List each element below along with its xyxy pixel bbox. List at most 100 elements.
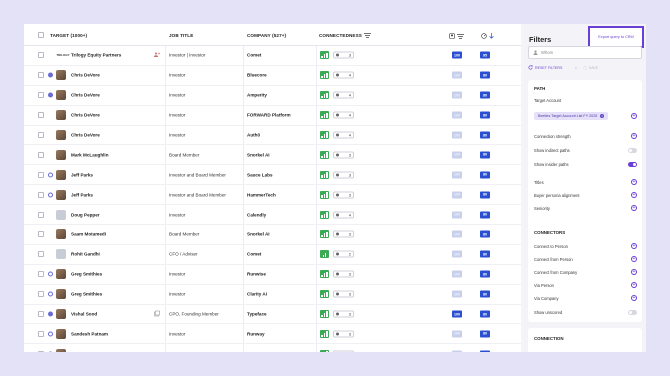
company-name[interactable]: Runwise xyxy=(247,272,266,277)
score-chip[interactable]: 100 xyxy=(452,91,462,99)
row-checkbox[interactable] xyxy=(38,112,44,119)
table-row[interactable]: Sandesh Patnam Board Member Tailscale 3 … xyxy=(24,344,521,352)
rank-chip[interactable]: 80 xyxy=(480,151,490,159)
column-company[interactable]: COMPANY (527+) xyxy=(247,33,286,38)
company-name[interactable]: Comet xyxy=(247,53,261,58)
score-chip[interactable]: 100 xyxy=(452,191,462,199)
add-via-company-icon[interactable]: + xyxy=(631,295,637,301)
remove-tag-icon[interactable]: × xyxy=(600,114,605,118)
rank-chip[interactable]: 80 xyxy=(480,230,490,238)
rank-chip[interactable]: 80 xyxy=(480,310,490,318)
rank-chip[interactable]: 80 xyxy=(480,330,490,338)
column-rank[interactable] xyxy=(481,33,494,39)
add-connect-to-person-icon[interactable]: + xyxy=(631,243,637,249)
row-checkbox[interactable] xyxy=(38,350,44,352)
row-checkbox[interactable] xyxy=(38,330,44,337)
target-name[interactable]: Greg Smithies xyxy=(71,292,102,297)
table-row[interactable]: Rohit Gandhi CFO / Adviser Comet 2 100 8… xyxy=(24,245,521,265)
rank-chip[interactable]: 80 xyxy=(480,191,490,199)
add-via-person-icon[interactable]: + xyxy=(631,282,637,288)
row-checkbox[interactable] xyxy=(38,72,44,79)
score-chip[interactable]: 100 xyxy=(452,290,462,298)
rank-chip[interactable]: 80 xyxy=(480,250,490,258)
company-name[interactable]: Bluecore xyxy=(247,73,267,78)
company-name[interactable]: Clarity AI xyxy=(247,292,267,297)
table-row[interactable]: Mark McLaughlin Board Member Snorkel AI … xyxy=(24,145,521,166)
connectedness-selector[interactable]: 4 xyxy=(333,71,354,79)
target-account-tag[interactable]: Beetles Target Account List FY 2025 × xyxy=(534,112,609,120)
company-name[interactable]: Sauce Labs xyxy=(247,172,273,177)
column-job-title[interactable]: JOB TITLE xyxy=(169,33,193,38)
connectedness-selector[interactable]: 3 xyxy=(333,51,354,59)
rank-chip[interactable]: 80 xyxy=(480,350,490,352)
score-chip[interactable]: 100 xyxy=(452,250,462,258)
table-row[interactable]: Sandesh Patnam Investor Runway 3 100 80 xyxy=(24,324,521,345)
row-checkbox[interactable] xyxy=(38,132,44,138)
connectedness-selector[interactable]: 3 xyxy=(333,270,354,278)
table-row[interactable]: Greg Smithies Investor Clarity AI 3 100 … xyxy=(24,285,521,305)
table-row[interactable]: Chris DeVore Investor FORWARD Platform 4… xyxy=(24,106,521,126)
company-name[interactable]: Runway xyxy=(247,331,265,336)
rank-chip[interactable]: 80 xyxy=(480,131,490,139)
target-name[interactable]: Jeff Parks xyxy=(71,192,93,197)
company-name[interactable]: Tailscale xyxy=(247,351,266,352)
company-name[interactable]: HammerTech xyxy=(247,192,276,197)
score-chip[interactable]: 100 xyxy=(452,310,462,318)
table-row[interactable]: Chris DeVore Investor Auth0 4 100 80 xyxy=(24,126,521,146)
connectedness-selector[interactable]: 3 xyxy=(333,230,354,238)
rank-chip[interactable]: 80 xyxy=(480,71,490,79)
add-seniority-icon[interactable]: + xyxy=(631,205,637,211)
score-chip[interactable]: 100 xyxy=(452,171,462,179)
table-row[interactable]: Doug Pepper Investor Calendly 4 100 80 xyxy=(24,205,521,226)
add-person-icon[interactable] xyxy=(154,52,160,58)
target-name[interactable]: Trilogy Equity Partners xyxy=(71,53,121,58)
target-name[interactable]: Sandesh Patnam xyxy=(71,351,108,352)
add-target-account-icon[interactable]: + xyxy=(631,113,637,119)
score-chip[interactable]: 100 xyxy=(452,330,462,338)
row-checkbox[interactable] xyxy=(38,211,44,218)
connectedness-selector[interactable]: 4 xyxy=(333,91,354,99)
row-checkbox[interactable] xyxy=(38,151,44,158)
target-name[interactable]: Chris DeVore xyxy=(71,93,100,98)
connectedness-selector[interactable]: 3 xyxy=(333,310,354,318)
row-checkbox[interactable] xyxy=(38,251,44,258)
row-checkbox[interactable] xyxy=(38,231,44,238)
table-row[interactable]: Chris DeVore Investor Amperity 4 100 80 xyxy=(24,86,521,106)
score-chip[interactable]: 100 xyxy=(452,270,462,278)
table-row[interactable]: Saam Motamedi Board Member Snorkel AI 3 … xyxy=(24,225,521,245)
score-chip[interactable]: 100 xyxy=(452,51,462,59)
upload-icon[interactable]: ↥ xyxy=(574,66,577,70)
row-checkbox[interactable] xyxy=(38,291,44,298)
target-name[interactable]: Sandesh Patnam xyxy=(71,331,108,336)
target-name[interactable]: Chris DeVore xyxy=(71,113,100,118)
connectedness-selector[interactable]: 2 xyxy=(333,250,354,258)
table-row[interactable]: Chris DeVore Investor Bluecore 4 100 80 xyxy=(24,66,521,86)
connectedness-selector[interactable]: 4 xyxy=(333,131,354,139)
connectedness-selector[interactable]: 3 xyxy=(333,290,354,298)
company-name[interactable]: Amperity xyxy=(247,93,267,98)
company-name[interactable]: Typeface xyxy=(247,312,267,317)
show-unscored-toggle[interactable] xyxy=(628,310,637,315)
rank-chip[interactable]: 80 xyxy=(480,91,490,99)
target-name[interactable]: Saam Motamedi xyxy=(71,232,106,237)
row-checkbox[interactable] xyxy=(38,52,44,59)
show-indirect-toggle[interactable] xyxy=(628,148,637,153)
show-insider-toggle[interactable] xyxy=(628,162,637,167)
row-checkbox[interactable] xyxy=(38,311,44,318)
table-row[interactable]: TRILOGY Trilogy Equity Partners Investor… xyxy=(24,46,521,66)
score-chip[interactable]: 100 xyxy=(452,71,462,79)
filter-search-input[interactable]: Whom xyxy=(528,46,642,59)
row-checkbox[interactable] xyxy=(38,191,44,198)
rank-chip[interactable]: 80 xyxy=(480,211,490,219)
connectedness-selector[interactable]: 3 xyxy=(333,350,354,352)
table-row[interactable]: Jeff Parks Investor and Board Member Ham… xyxy=(24,185,521,206)
target-name[interactable]: Vishal Sood xyxy=(71,312,97,317)
connectedness-selector[interactable]: 3 xyxy=(333,171,354,179)
column-connectedness[interactable]: CONNECTEDNESS xyxy=(319,33,371,38)
rank-chip[interactable]: 80 xyxy=(480,111,490,119)
export-to-crm-button[interactable]: Export query to CRM xyxy=(588,26,644,48)
company-name[interactable]: FORWARD Platform xyxy=(247,113,291,118)
company-name[interactable]: Calendly xyxy=(247,212,266,217)
target-name[interactable]: Mark McLaughlin xyxy=(71,152,109,157)
copy-icon[interactable] xyxy=(154,310,160,318)
